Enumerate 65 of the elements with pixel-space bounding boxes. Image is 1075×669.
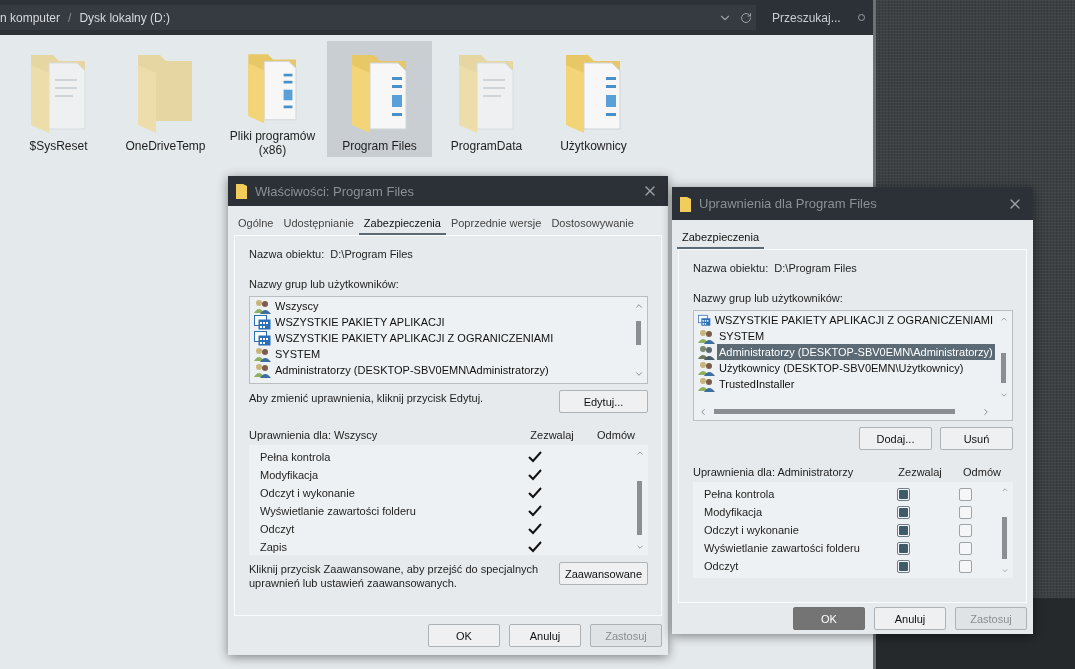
- folder-item[interactable]: $SysReset: [6, 41, 111, 157]
- list-item[interactable]: SYSTEM: [250, 346, 630, 362]
- object-name: Nazwa obiektu: D:\Program Files: [693, 262, 858, 274]
- list-item[interactable]: WSZYSTKIE PAKIETY APLIKACJI: [250, 314, 630, 330]
- advanced-button[interactable]: Zaawansowane: [559, 562, 648, 585]
- permission-name: Zapis: [259, 541, 288, 553]
- list-item[interactable]: Użytkownicy (DESKTOP-SBV0EMN\Użytkownicy): [694, 360, 995, 376]
- permissions-label: Uprawnienia dla: Administratorzy: [693, 466, 855, 478]
- tab[interactable]: Poprzednie wersje: [445, 214, 547, 235]
- list-action-button[interactable]: Usuń: [940, 427, 1013, 450]
- path-separator: /: [68, 10, 72, 25]
- permission-name: Pełna kontrola: [703, 488, 776, 500]
- permission-name: Wyświetlanie zawartości folderu: [703, 542, 861, 554]
- permission-name: Odczyt: [703, 560, 740, 572]
- dialog-button[interactable]: Anuluj: [874, 607, 946, 630]
- permissions-label: Uprawnienia dla: Wszyscy: [249, 429, 379, 441]
- permission-name: Odczyt i wykonanie: [259, 487, 356, 499]
- folder-name: OneDriveTemp: [125, 139, 206, 153]
- permission-name: Pełna kontrola: [259, 451, 332, 463]
- folder-name: ProgramData: [450, 139, 523, 153]
- object-name: Nazwa obiektu: D:\Program Files: [249, 248, 414, 260]
- permission-name: Odczyt: [259, 523, 296, 535]
- tab[interactable]: Ogólne: [233, 214, 279, 235]
- groups-label: Nazwy grup lub użytkowników:: [693, 292, 844, 304]
- folder-name: Pliki programów (x86): [228, 129, 317, 157]
- breadcrumb[interactable]: Dysk lokalny (D:): [79, 10, 171, 25]
- folder-item[interactable]: Pliki programów (x86): [220, 41, 325, 157]
- permission-name: Wyświetlanie zawartości folderu: [259, 505, 417, 517]
- search-field[interactable]: Przeszukaj...: [772, 10, 852, 25]
- column-header: Odmów: [596, 429, 636, 441]
- address-bar[interactable]: n komputer / Dysk lokalny (D:): [0, 5, 756, 30]
- tab[interactable]: Zabezpieczenia: [358, 214, 446, 235]
- tab[interactable]: Udostępnianie: [278, 214, 359, 235]
- window-title: Właściwości: Program Files: [255, 183, 415, 199]
- list-item[interactable]: Wszyscy: [250, 298, 630, 314]
- permission-name: Modyfikacja: [703, 506, 764, 518]
- dialog-button[interactable]: Anuluj: [509, 624, 581, 647]
- list-item[interactable]: WSZYSTKIE PAKIETY APLIKACJI Z OGRANICZENIAMI: [250, 330, 630, 346]
- column-header: Zezwalaj: [897, 466, 943, 478]
- list-item[interactable]: TrustedInstaller: [694, 376, 995, 392]
- breadcrumb[interactable]: n komputer: [0, 10, 61, 25]
- tab[interactable]: Zabezpieczenia: [677, 228, 765, 249]
- permission-name: Odczyt i wykonanie: [703, 524, 800, 536]
- folder-item[interactable]: ProgramData: [434, 41, 539, 157]
- folder-name: $SysReset: [29, 139, 88, 153]
- list-item[interactable]: SYSTEM: [694, 328, 995, 344]
- list-action-button[interactable]: Dodaj...: [859, 427, 932, 450]
- dialog-button[interactable]: OK: [428, 624, 500, 647]
- tab[interactable]: Dostosowywanie: [546, 214, 639, 235]
- list-item[interactable]: WSZYSTKIE PAKIETY APLIKACJI Z OGRANICZENIAMI: [694, 312, 995, 328]
- dialog-button[interactable]: OK: [793, 607, 865, 630]
- folder-name: Program Files: [342, 139, 417, 153]
- folder-item[interactable]: Program Files: [327, 41, 432, 157]
- folder-name: Użytkownicy: [560, 139, 627, 153]
- groups-label: Nazwy grup lub użytkowników:: [249, 278, 400, 290]
- list-item[interactable]: Administratorzy (DESKTOP-SBV0EMN\Administratorzy): [250, 362, 630, 378]
- column-header: Odmów: [962, 466, 1002, 478]
- folder-item[interactable]: OneDriveTemp: [113, 41, 218, 157]
- advanced-hint: Kliknij przycisk Zaawansowane, aby przejść do specjalnych uprawnień lub ustawień zaawansowanych.: [249, 562, 540, 590]
- edit-hint: Aby zmienić uprawnienia, kliknij przycisk Edytuj.: [249, 392, 484, 404]
- edit-button[interactable]: Edytuj...: [559, 390, 648, 413]
- permission-name: Modyfikacja: [259, 469, 320, 481]
- column-header: Zezwalaj: [529, 429, 575, 441]
- window-title: Uprawnienia dla Program Files: [699, 196, 878, 211]
- folder-item[interactable]: Użytkownicy: [541, 41, 646, 157]
